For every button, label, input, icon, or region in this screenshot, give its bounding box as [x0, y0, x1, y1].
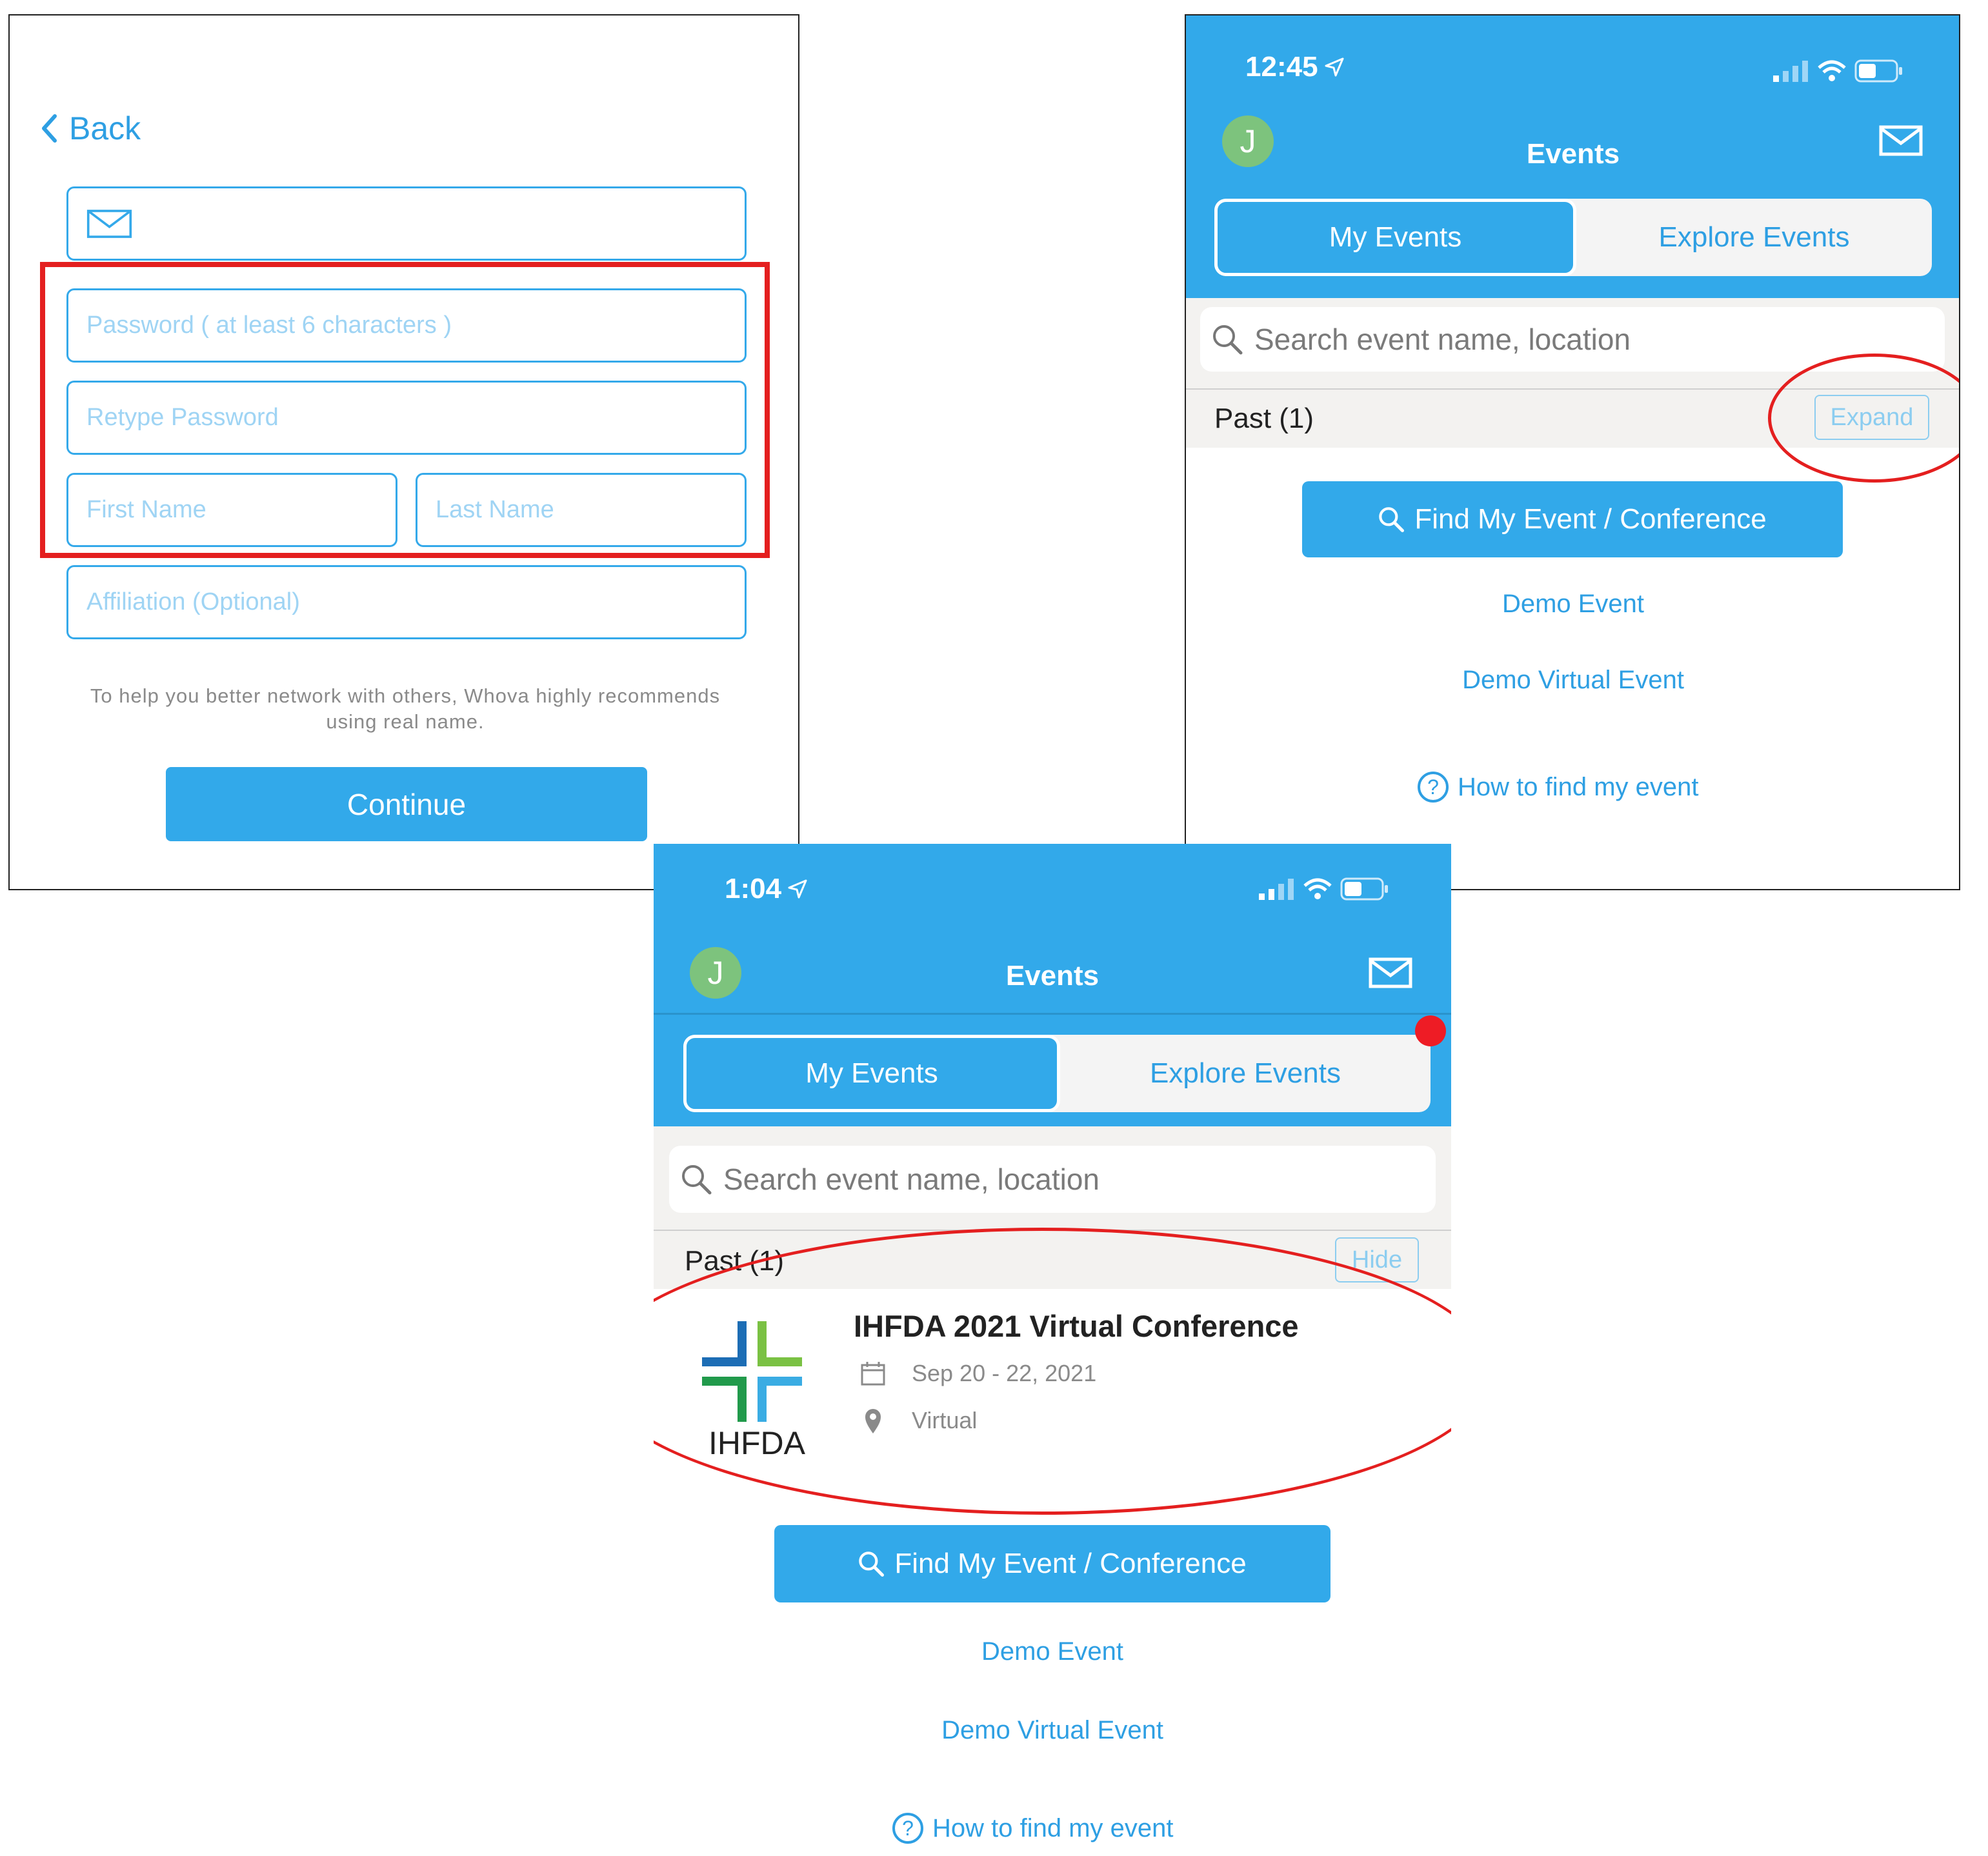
signup-panel: Back To help you better network with oth…: [8, 14, 799, 890]
search-icon: [1379, 507, 1405, 532]
affiliation-input[interactable]: [86, 567, 745, 637]
ihfda-logo: [702, 1321, 802, 1422]
event-card[interactable]: IHFDA IHFDA 2021 Virtual Conference Sep …: [654, 1295, 1451, 1482]
tab-my-events[interactable]: My Events: [683, 1035, 1060, 1112]
logo-text: IHFDA: [708, 1425, 805, 1461]
notification-dot: [1415, 1015, 1446, 1046]
past-section-label: Past (1): [1214, 403, 1314, 434]
question-circle-icon: ?: [892, 1813, 923, 1844]
find-event-button[interactable]: Find My Event / Conference: [1302, 481, 1843, 557]
avatar[interactable]: J: [1222, 115, 1274, 167]
tab-explore-events[interactable]: Explore Events: [1576, 199, 1932, 276]
search-box[interactable]: [1200, 307, 1945, 372]
search-icon: [859, 1552, 885, 1577]
inbox-button[interactable]: [1879, 125, 1923, 156]
search-icon: [682, 1165, 712, 1195]
question-circle-icon: ?: [1418, 772, 1449, 803]
page-title: Events: [1526, 138, 1620, 170]
svg-text:?: ?: [902, 1817, 914, 1840]
find-event-label: Find My Event / Conference: [1414, 503, 1767, 535]
status-time: 12:45: [1245, 51, 1344, 83]
search-icon: [1213, 325, 1243, 355]
wifi-icon: [1303, 878, 1332, 899]
event-location: Virtual: [860, 1406, 977, 1435]
how-to-find-link[interactable]: ? How to find my event: [891, 1811, 1174, 1845]
event-dates-label: Sep 20 - 22, 2021: [912, 1360, 1097, 1386]
header-divider: [654, 1013, 1451, 1015]
mail-icon: [86, 209, 132, 238]
find-event-button[interactable]: Find My Event / Conference: [774, 1525, 1330, 1602]
tabs: My Events Explore Events: [683, 1035, 1431, 1112]
status-time-label: 12:45: [1245, 51, 1318, 83]
wifi-icon: [1818, 60, 1846, 81]
map-pin-icon: [865, 1409, 881, 1433]
continue-button[interactable]: Continue: [166, 767, 647, 841]
annotation-highlight-box: [40, 262, 770, 558]
event-dates: Sep 20 - 22, 2021: [860, 1360, 1096, 1387]
location-arrow-icon: [788, 879, 807, 899]
signal-icon: [1259, 879, 1294, 900]
tabs: My Events Explore Events: [1214, 199, 1932, 276]
search-box[interactable]: [669, 1146, 1436, 1213]
how-to-find-label: How to find my event: [932, 1813, 1174, 1842]
battery-icon: [1854, 59, 1902, 83]
chevron-left-icon: [42, 114, 57, 143]
status-time: 1:04: [725, 873, 807, 905]
location-arrow-icon: [1325, 57, 1344, 77]
demo-event-link[interactable]: Demo Event: [859, 1637, 1246, 1666]
status-icons: [1259, 877, 1389, 901]
svg-text:?: ?: [1427, 775, 1439, 799]
signal-icon: [1773, 61, 1808, 82]
avatar-initial: J: [1240, 123, 1256, 159]
tab-explore-events[interactable]: Explore Events: [1060, 1035, 1431, 1112]
demo-virtual-event-link[interactable]: Demo Virtual Event: [1380, 666, 1767, 695]
affiliation-field[interactable]: [66, 565, 747, 639]
email-field[interactable]: [66, 186, 747, 261]
email-input[interactable]: [145, 188, 745, 259]
find-event-label: Find My Event / Conference: [894, 1548, 1247, 1579]
hide-button[interactable]: Hide: [1335, 1237, 1419, 1282]
calendar-icon: [861, 1362, 885, 1386]
mail-icon: [1369, 957, 1412, 988]
event-title: IHFDA 2021 Virtual Conference: [854, 1309, 1299, 1343]
demo-virtual-event-link[interactable]: Demo Virtual Event: [859, 1716, 1246, 1745]
tab-my-events[interactable]: My Events: [1214, 199, 1576, 276]
how-to-find-link[interactable]: ? How to find my event: [1416, 770, 1699, 804]
event-location-label: Virtual: [912, 1407, 978, 1433]
search-input[interactable]: [723, 1146, 1436, 1213]
helper-text: To help you better network with others, …: [90, 684, 721, 733]
avatar[interactable]: J: [690, 947, 741, 999]
events-expanded-panel: 1:04 J Events My Events Explore Events S…: [654, 844, 1451, 1856]
mail-icon: [1879, 125, 1923, 156]
avatar-initial: J: [707, 955, 724, 991]
status-icons: [1773, 59, 1903, 83]
how-to-find-label: How to find my event: [1458, 772, 1699, 801]
inbox-button[interactable]: [1369, 957, 1412, 988]
events-collapsed-panel: 12:45 J Events My Events Explore Events …: [1185, 14, 1960, 890]
search-input[interactable]: [1254, 307, 1945, 372]
status-time-label: 1:04: [725, 873, 782, 904]
demo-event-link[interactable]: Demo Event: [1380, 590, 1767, 619]
back-button[interactable]: Back: [41, 106, 141, 151]
past-section-label: Past (1): [685, 1245, 785, 1277]
expand-button[interactable]: Expand: [1814, 395, 1929, 440]
page-title: Events: [1005, 960, 1099, 992]
battery-icon: [1340, 877, 1388, 901]
back-label: Back: [69, 110, 141, 146]
